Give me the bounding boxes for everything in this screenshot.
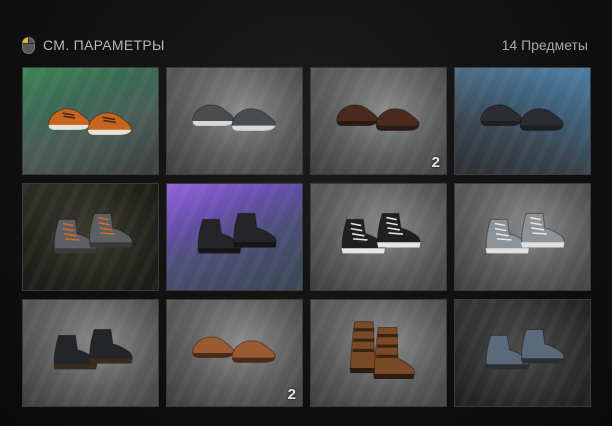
inventory-item[interactable] — [310, 299, 447, 407]
item-quantity-badge: 2 — [431, 154, 440, 171]
shoe-image — [53, 212, 133, 254]
inventory-item[interactable] — [454, 67, 591, 175]
inventory-item[interactable] — [22, 299, 159, 407]
shoe-image — [485, 212, 565, 254]
inventory-panel: СМ. ПАРАМЕТРЫ 14 Предметы 22 — [0, 0, 612, 426]
inventory-item[interactable] — [22, 183, 159, 291]
item-count: 14 Предметы — [501, 37, 588, 53]
shoe-image — [485, 328, 565, 370]
inventory-item[interactable] — [166, 183, 303, 291]
header-left: СМ. ПАРАМЕТРЫ — [22, 36, 165, 54]
shoe-image — [341, 212, 421, 254]
shoe-image — [197, 212, 277, 254]
shoe-image — [349, 321, 416, 380]
inventory-item[interactable] — [166, 67, 303, 175]
shoe-image — [48, 108, 133, 135]
shoe-image — [336, 104, 421, 131]
shoe-image — [53, 328, 133, 370]
inventory-header: СМ. ПАРАМЕТРЫ 14 Предметы — [22, 34, 588, 56]
shoe-image — [480, 104, 565, 131]
inventory-item[interactable] — [454, 299, 591, 407]
item-grid: 22 — [22, 67, 591, 407]
inventory-item[interactable] — [310, 183, 447, 291]
inventory-item[interactable] — [454, 183, 591, 291]
inventory-item[interactable]: 2 — [166, 299, 303, 407]
inventory-item[interactable] — [22, 67, 159, 175]
inventory-item[interactable]: 2 — [310, 67, 447, 175]
mouse-icon — [22, 36, 35, 54]
item-quantity-badge: 2 — [287, 386, 296, 403]
shoe-image — [192, 104, 277, 131]
shoe-image — [192, 336, 277, 363]
section-title: СМ. ПАРАМЕТРЫ — [43, 37, 165, 53]
